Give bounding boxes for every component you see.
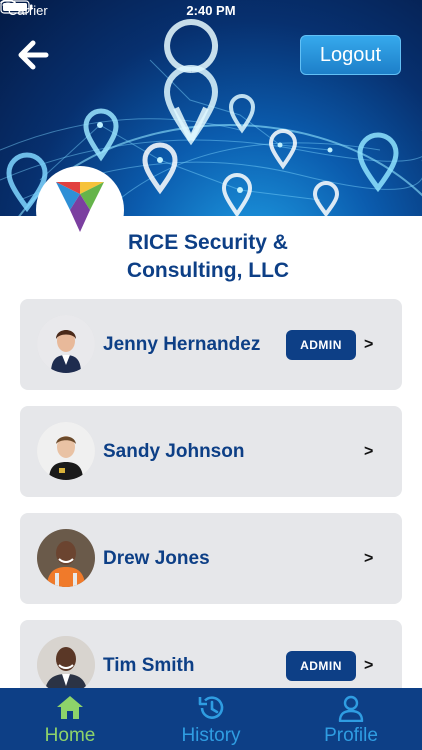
avatar (37, 636, 95, 694)
history-icon (198, 696, 224, 719)
status-bar: Carrier 2:40 PM (0, 0, 422, 22)
tab-home-label: Home (44, 725, 96, 746)
screen: Carrier 2:40 PM Logout RICE Security & C… (0, 0, 422, 750)
company-name: RICE Security & Consulting, LLC (90, 229, 326, 285)
profile-icon (338, 695, 364, 722)
avatar (37, 422, 95, 480)
member-card[interactable]: Sandy Johnson > (20, 406, 402, 497)
company-name-line2: Consulting, LLC (126, 259, 290, 282)
tab-history-label: History (181, 725, 241, 746)
tab-profile-label: Profile (324, 725, 378, 746)
tab-home[interactable]: Home (0, 688, 140, 750)
tab-bar: Home History Profile (0, 688, 422, 750)
tab-profile[interactable]: Profile (281, 688, 421, 750)
logout-button[interactable]: Logout (300, 35, 401, 75)
chevron-right-icon: > (364, 443, 374, 460)
member-name: Drew Jones (103, 548, 210, 569)
company-name-line1: RICE Security & (128, 231, 288, 254)
member-card[interactable]: Drew Jones > (20, 513, 402, 604)
chevron-right-icon: > (364, 550, 374, 567)
member-name: Sandy Johnson (103, 441, 245, 462)
back-arrow-icon (18, 40, 49, 70)
company-logo-icon (56, 182, 104, 232)
back-button[interactable] (18, 40, 52, 70)
home-icon (57, 696, 83, 719)
admin-badge: ADMIN (286, 330, 356, 360)
battery-icon (0, 0, 33, 14)
avatar (37, 315, 95, 373)
admin-badge: ADMIN (286, 651, 356, 681)
member-name: Jenny Hernandez (103, 334, 261, 355)
avatar (37, 529, 95, 587)
chevron-right-icon: > (364, 336, 374, 353)
status-time: 2:40 PM (186, 3, 236, 18)
tab-history[interactable]: History (141, 688, 281, 750)
member-card[interactable]: Jenny Hernandez ADMIN > (20, 299, 402, 390)
